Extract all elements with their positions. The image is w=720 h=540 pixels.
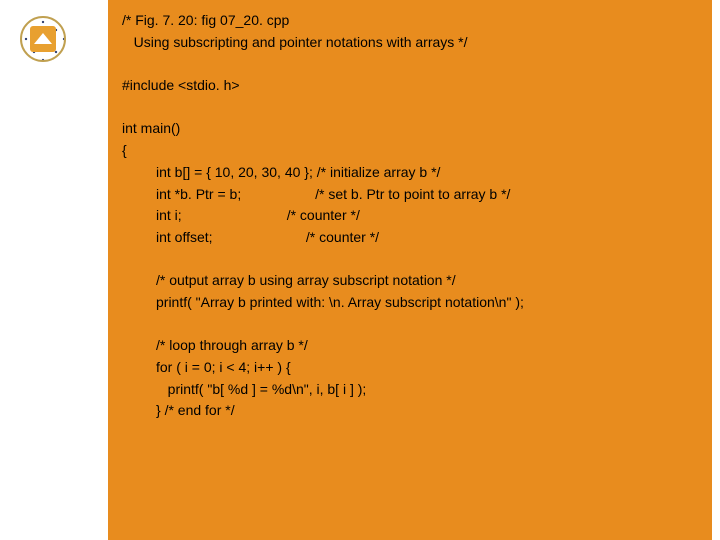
blank-line — [122, 53, 698, 75]
code-line: int offset; /* counter */ — [122, 227, 698, 249]
code-line: printf( "Array b printed with: \n. Array… — [122, 292, 698, 314]
code-line: #include <stdio. h> — [122, 75, 698, 97]
logo-emblem — [30, 26, 56, 52]
code-line: /* loop through array b */ — [122, 335, 698, 357]
blank-line — [122, 97, 698, 119]
code-line: int main() — [122, 118, 698, 140]
institution-logo — [20, 16, 66, 62]
blank-line — [122, 249, 698, 271]
blank-line — [122, 314, 698, 336]
code-line: int *b. Ptr = b; /* set b. Ptr to point … — [122, 184, 698, 206]
code-line: { — [122, 140, 698, 162]
logo-ring — [20, 16, 66, 62]
code-slide-panel: /* Fig. 7. 20: fig 07_20. cpp Using subs… — [108, 0, 712, 540]
code-line: /* output array b using array subscript … — [122, 270, 698, 292]
code-line: int i; /* counter */ — [122, 205, 698, 227]
code-line: Using subscripting and pointer notations… — [122, 32, 698, 54]
code-line: /* Fig. 7. 20: fig 07_20. cpp — [122, 10, 698, 32]
code-line: } /* end for */ — [122, 400, 698, 422]
code-line: for ( i = 0; i < 4; i++ ) { — [122, 357, 698, 379]
code-line: int b[] = { 10, 20, 30, 40 }; /* initial… — [122, 162, 698, 184]
code-line: printf( "b[ %d ] = %d\n", i, b[ i ] ); — [122, 379, 698, 401]
logo-triangle-icon — [34, 33, 52, 44]
